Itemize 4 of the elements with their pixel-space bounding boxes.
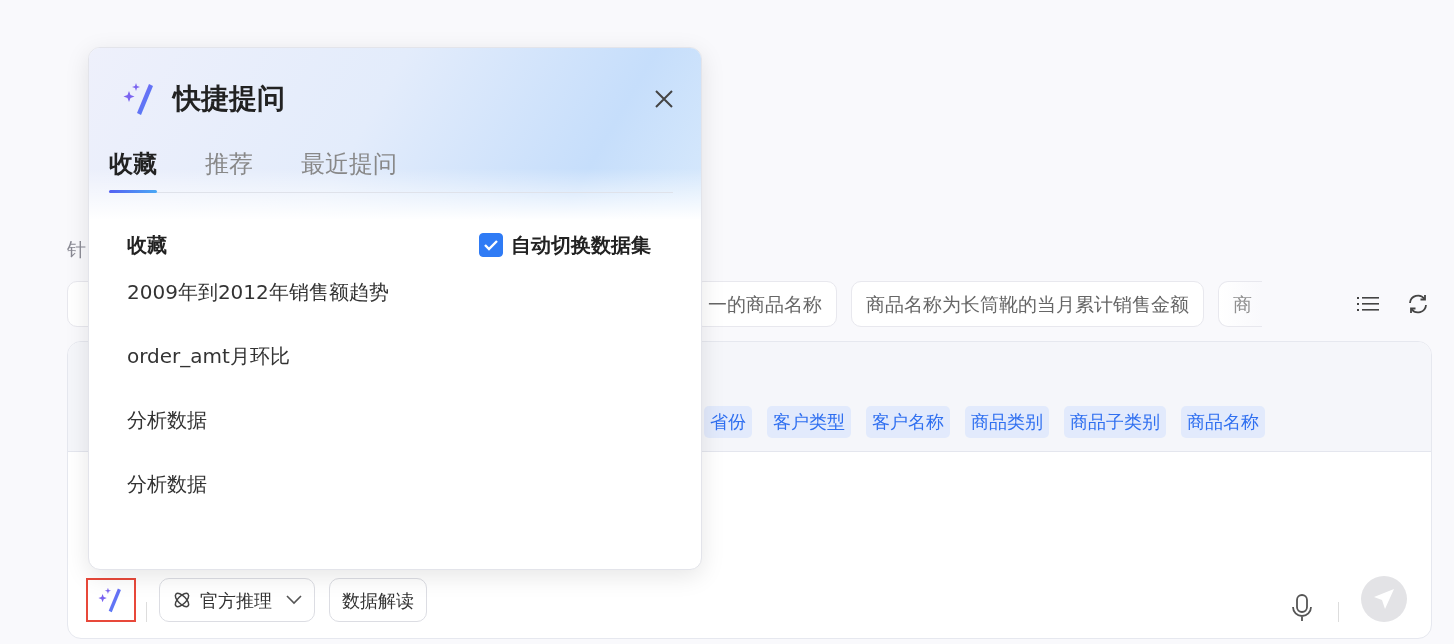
prompt-label: 针 <box>67 237 86 262</box>
section-title: 收藏 <box>127 232 167 259</box>
popup-title: 快捷提问 <box>173 81 285 117</box>
checkbox-label: 自动切换数据集 <box>511 232 651 259</box>
